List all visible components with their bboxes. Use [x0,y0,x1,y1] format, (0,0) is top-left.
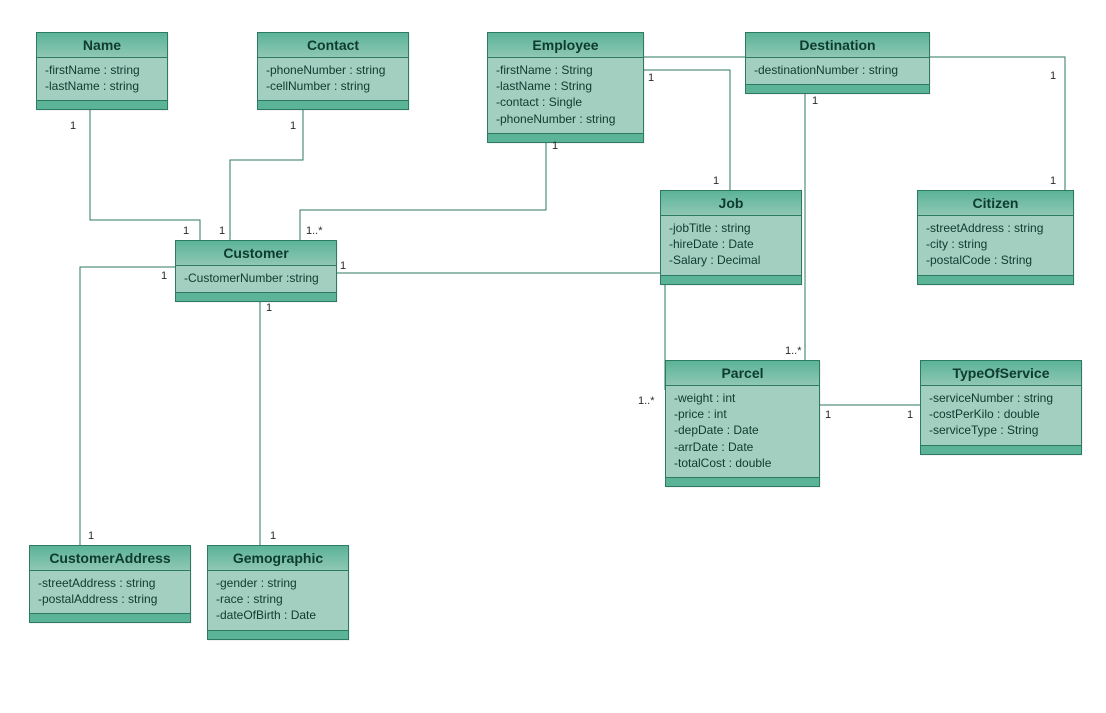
attr: -cellNumber : string [266,78,400,94]
attr: -weight : int [674,390,811,406]
attr: -streetAddress : string [38,575,182,591]
class-ops [488,134,643,142]
class-destination: Destination -destinationNumber : string [745,32,930,94]
mult: 1 [1050,175,1056,187]
class-attrs: -jobTitle : string -hireDate : Date -Sal… [661,216,801,276]
class-ops [176,293,336,301]
attr: -postalCode : String [926,252,1065,268]
attr: -phoneNumber : string [496,111,635,127]
class-title: Citizen [918,191,1073,216]
mult: 1 [266,302,272,314]
class-ops [208,631,348,639]
class-ops [666,478,819,486]
class-citizen: Citizen -streetAddress : string -city : … [917,190,1074,285]
mult: 1..* [638,395,655,407]
attr: -serviceNumber : string [929,390,1073,406]
class-contact: Contact -phoneNumber : string -cellNumbe… [257,32,409,110]
class-name: Name -firstName : string -lastName : str… [36,32,168,110]
attr: -CustomerNumber :string [184,270,328,286]
class-attrs: -serviceNumber : string -costPerKilo : d… [921,386,1081,446]
attr: -firstName : string [45,62,159,78]
mult: 1 [1050,70,1056,82]
mult: 1 [290,120,296,132]
class-ops [258,101,408,109]
class-title: Job [661,191,801,216]
mult: 1 [161,270,167,282]
attr: -lastName : String [496,78,635,94]
attr: -destinationNumber : string [754,62,921,78]
class-ops [30,614,190,622]
class-title: Destination [746,33,929,58]
mult: 1 [552,140,558,152]
mult: 1 [270,530,276,542]
class-ops [37,101,167,109]
class-ops [746,85,929,93]
mult: 1 [219,225,225,237]
class-employee: Employee -firstName : String -lastName :… [487,32,644,143]
attr: -race : string [216,591,340,607]
class-title: Contact [258,33,408,58]
attr: -streetAddress : string [926,220,1065,236]
class-parcel: Parcel -weight : int -price : int -depDa… [665,360,820,487]
mult: 1 [812,95,818,107]
attr: -gender : string [216,575,340,591]
mult: 1 [825,409,831,421]
class-ops [918,276,1073,284]
class-attrs: -streetAddress : string -postalAddress :… [30,571,190,614]
attr: -Salary : Decimal [669,252,793,268]
class-ops [921,446,1081,454]
class-attrs: -phoneNumber : string -cellNumber : stri… [258,58,408,101]
class-attrs: -firstName : string -lastName : string [37,58,167,101]
class-typeofservice: TypeOfService -serviceNumber : string -c… [920,360,1082,455]
attr: -dateOfBirth : Date [216,607,340,623]
attr: -serviceType : String [929,422,1073,438]
attr: -lastName : string [45,78,159,94]
mult: 1 [70,120,76,132]
class-attrs: -destinationNumber : string [746,58,929,85]
class-title: TypeOfService [921,361,1081,386]
attr: -price : int [674,406,811,422]
attr: -hireDate : Date [669,236,793,252]
attr: -totalCost : double [674,455,811,471]
attr: -costPerKilo : double [929,406,1073,422]
class-customer: Customer -CustomerNumber :string [175,240,337,302]
class-attrs: -CustomerNumber :string [176,266,336,293]
class-job: Job -jobTitle : string -hireDate : Date … [660,190,802,285]
attr: -phoneNumber : string [266,62,400,78]
class-title: Parcel [666,361,819,386]
attr: -depDate : Date [674,422,811,438]
class-title: Customer [176,241,336,266]
class-title: Name [37,33,167,58]
mult: 1 [713,175,719,187]
attr: -jobTitle : string [669,220,793,236]
class-title: CustomerAddress [30,546,190,571]
attr: -contact : Single [496,94,635,110]
mult: 1 [183,225,189,237]
class-attrs: -gender : string -race : string -dateOfB… [208,571,348,631]
mult: 1 [340,260,346,272]
mult: 1..* [785,345,802,357]
class-gemographic: Gemographic -gender : string -race : str… [207,545,349,640]
attr: -postalAddress : string [38,591,182,607]
attr: -arrDate : Date [674,439,811,455]
class-title: Gemographic [208,546,348,571]
class-customeraddress: CustomerAddress -streetAddress : string … [29,545,191,623]
class-attrs: -firstName : String -lastName : String -… [488,58,643,134]
class-attrs: -streetAddress : string -city : string -… [918,216,1073,276]
class-title: Employee [488,33,643,58]
class-ops [661,276,801,284]
mult: 1..* [306,225,323,237]
attr: -city : string [926,236,1065,252]
mult: 1 [907,409,913,421]
attr: -firstName : String [496,62,635,78]
mult: 1 [648,72,654,84]
mult: 1 [88,530,94,542]
class-attrs: -weight : int -price : int -depDate : Da… [666,386,819,478]
